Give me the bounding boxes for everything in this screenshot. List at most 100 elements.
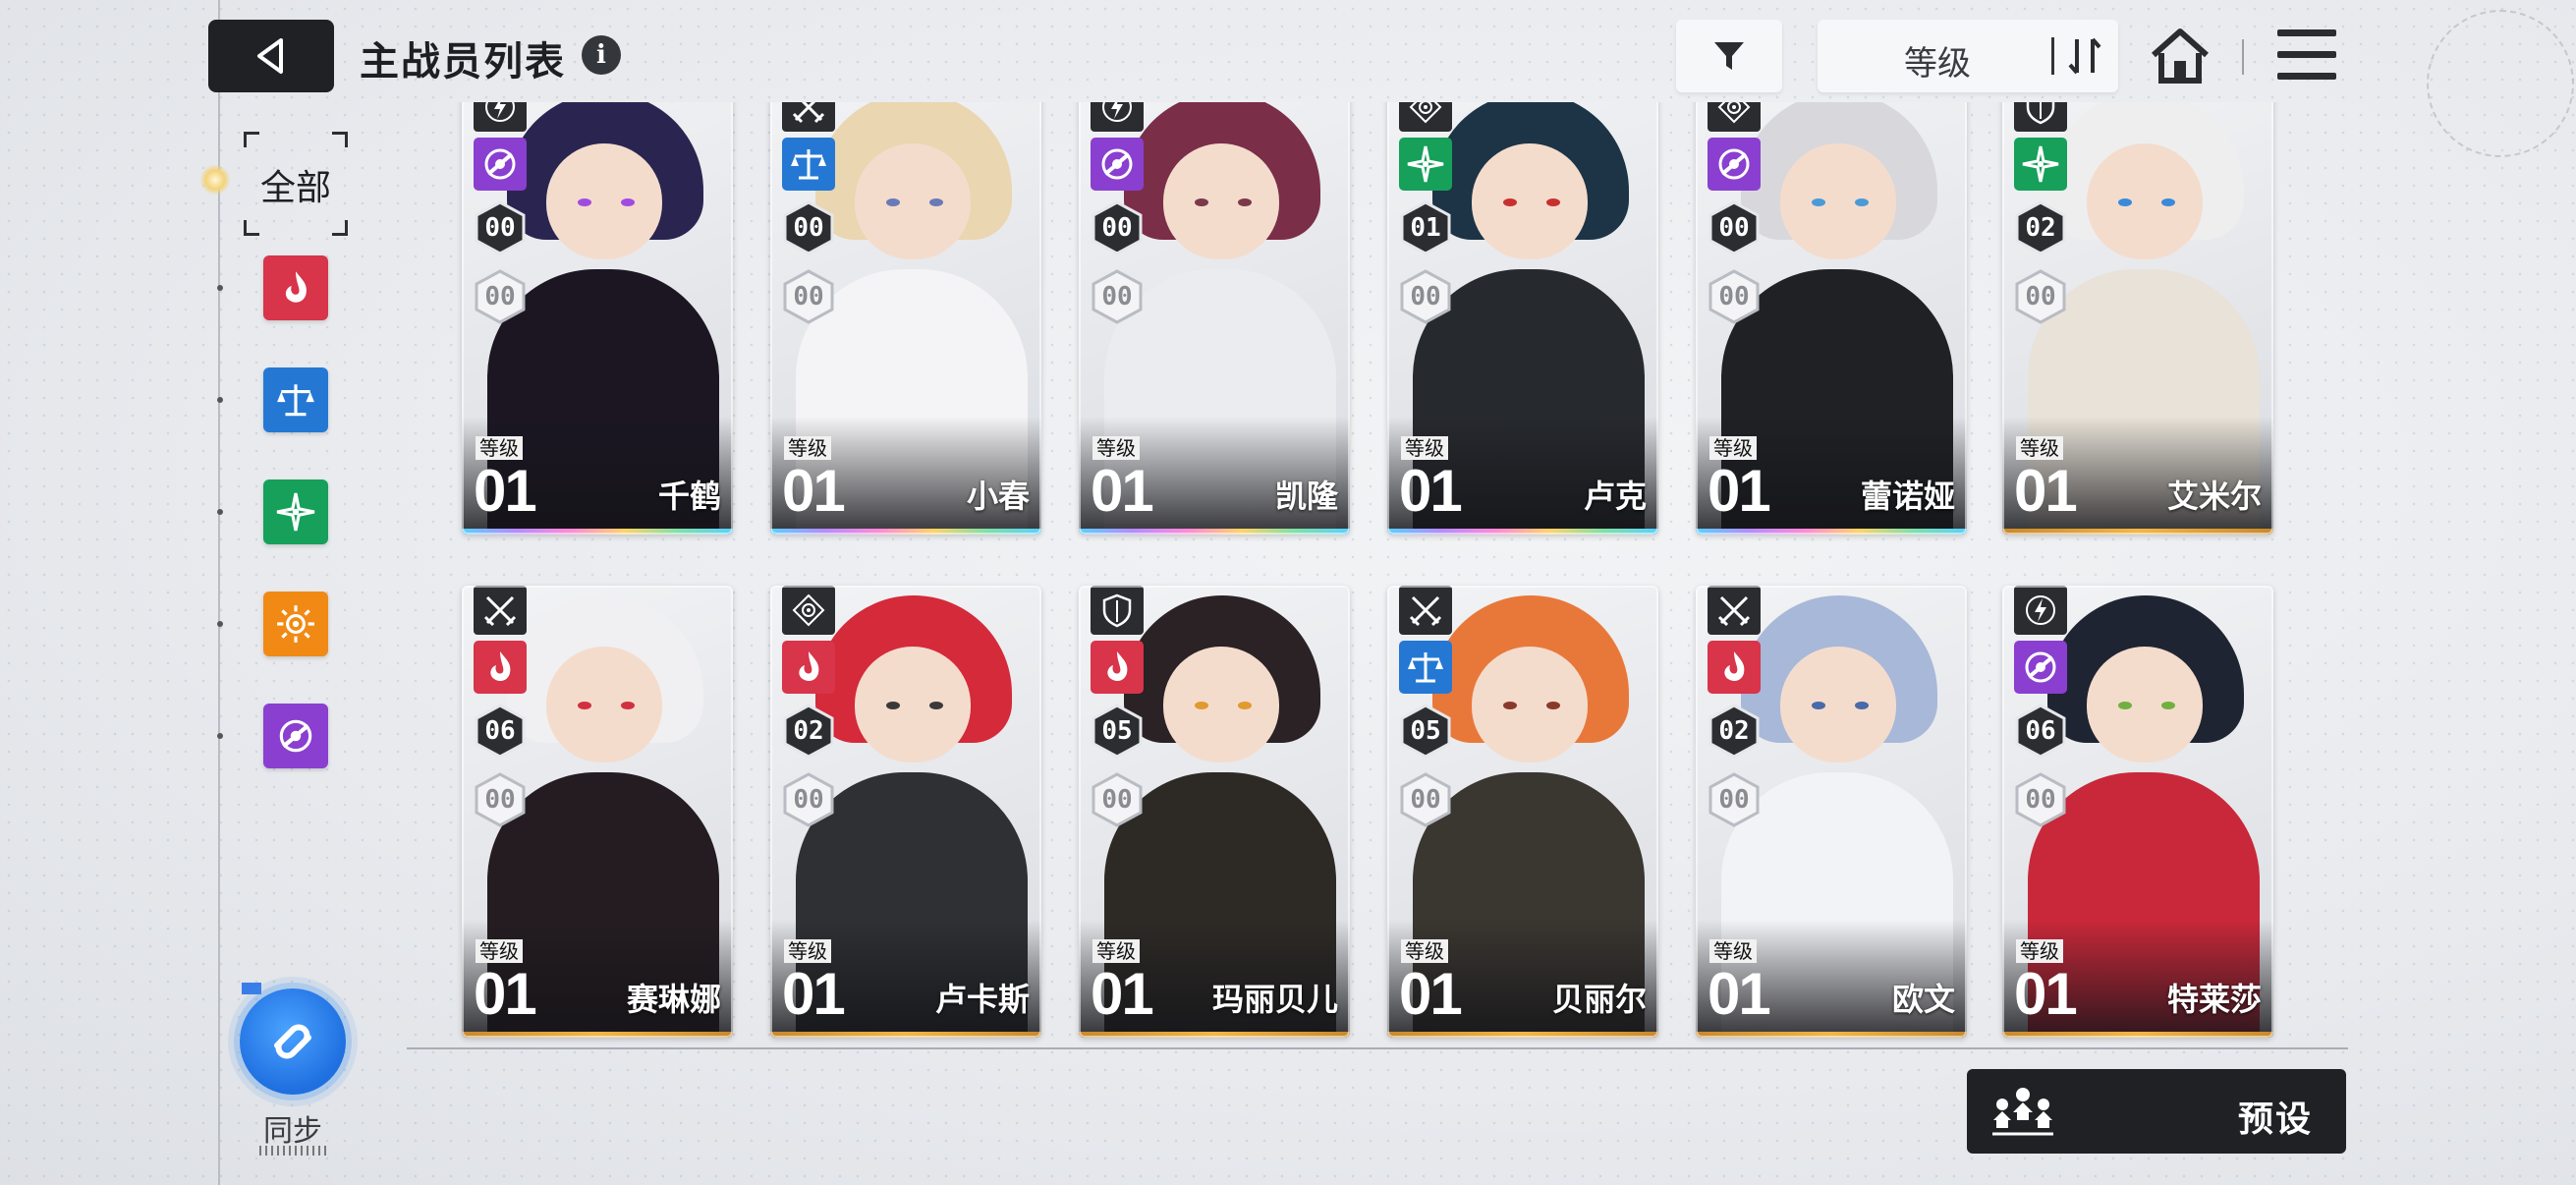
rank-hex-badge: 00 — [474, 200, 527, 255]
operator-card[interactable]: 05 00 等级 01 贝丽尔 — [1387, 586, 1658, 1038]
balance-element-icon — [1399, 641, 1452, 694]
sub-rank-hex-badge: 00 — [782, 772, 835, 827]
selected-glow-icon — [200, 165, 230, 195]
operator-card[interactable]: 01 00 等级 01 卢克 — [1387, 102, 1658, 535]
operator-card[interactable]: 02 00 等级 01 欧文 — [1696, 586, 1967, 1038]
filter-all-label: 全部 — [259, 168, 331, 208]
sync-label: 同步 — [263, 1114, 322, 1149]
level-number: 01 — [474, 458, 537, 524]
operator-name: 卢卡斯 — [934, 981, 1030, 1018]
operator-card[interactable]: 02 00 等级 01 卢卡斯 — [770, 586, 1041, 1038]
sidebar-marker — [217, 733, 223, 739]
filter-wind-button[interactable] — [263, 480, 328, 544]
filter-all-button[interactable]: 全部 — [244, 132, 348, 236]
filter-void-button[interactable] — [263, 704, 328, 768]
swords-class-icon — [782, 102, 835, 132]
balance-element-icon — [782, 138, 835, 191]
filter-fire-button[interactable] — [263, 255, 328, 320]
void-element-icon — [275, 715, 316, 757]
rank-hex-badge: 01 — [1399, 200, 1452, 255]
level-tag: 等级 — [1401, 436, 1448, 460]
back-button[interactable] — [208, 20, 334, 92]
rarity-bar — [2002, 529, 2273, 535]
operator-card[interactable]: 06 00 等级 01 特莱莎 — [2002, 586, 2273, 1038]
level-tag: 等级 — [1092, 939, 1140, 963]
sub-rank-hex-badge: 00 — [1708, 269, 1761, 324]
wind-element-icon — [1399, 138, 1452, 191]
sub-rank-hex-badge: 00 — [474, 772, 527, 827]
info-icon[interactable]: i — [582, 35, 621, 75]
operator-name: 欧文 — [1891, 981, 1955, 1018]
level-number: 01 — [1708, 458, 1771, 524]
sub-rank-hex-badge: 00 — [474, 269, 527, 324]
operator-card[interactable]: 06 00 等级 01 赛琳娜 — [462, 586, 733, 1038]
operator-card[interactable]: 00 00 等级 01 千鹤 — [462, 102, 733, 535]
rarity-bar — [1387, 1032, 1658, 1038]
menu-icon[interactable] — [2277, 28, 2336, 83]
sort-dropdown[interactable]: 等级 — [1818, 20, 2118, 92]
filter-sun-button[interactable] — [263, 592, 328, 656]
rarity-bar — [1387, 529, 1658, 535]
sync-button[interactable] — [240, 988, 346, 1095]
operator-name: 艾米尔 — [2166, 478, 2262, 515]
back-arrow-icon — [257, 38, 283, 74]
target-class-icon — [782, 586, 835, 635]
fire-element-icon — [1708, 641, 1761, 694]
level-tag: 等级 — [1709, 436, 1757, 460]
lightning-class-icon — [474, 102, 527, 132]
rank-hex-badge: 05 — [1399, 704, 1452, 759]
level-number: 01 — [1091, 961, 1154, 1027]
rank-hex-badge: 00 — [1708, 200, 1761, 255]
rank-hex-badge: 02 — [1708, 704, 1761, 759]
operator-name: 卢克 — [1583, 478, 1647, 515]
fire-element-icon — [1091, 641, 1144, 694]
sort-label: 等级 — [1904, 44, 1971, 84]
void-element-icon — [1708, 138, 1761, 191]
header-separator — [2242, 39, 2244, 75]
lightning-class-icon — [2014, 586, 2067, 635]
sub-rank-hex-badge: 00 — [1091, 269, 1144, 324]
swords-class-icon — [1399, 586, 1452, 635]
level-tag: 等级 — [2016, 436, 2063, 460]
rarity-bar — [1079, 529, 1350, 535]
swords-class-icon — [1708, 586, 1761, 635]
filter-balance-button[interactable] — [263, 367, 328, 432]
sub-rank-hex-badge: 00 — [2014, 269, 2067, 324]
sub-rank-hex-badge: 00 — [782, 269, 835, 324]
rarity-bar — [2002, 1032, 2273, 1038]
level-number: 01 — [2014, 961, 2078, 1027]
sub-rank-hex-badge: 00 — [1399, 772, 1452, 827]
level-tag: 等级 — [784, 939, 831, 963]
rank-hex-badge: 02 — [2014, 200, 2067, 255]
sort-order-icon[interactable] — [2065, 33, 2106, 79]
operator-card[interactable]: 00 00 等级 01 小春 — [770, 102, 1041, 535]
home-icon[interactable] — [2148, 24, 2212, 88]
level-number: 01 — [2014, 458, 2078, 524]
operator-card[interactable]: 02 00 等级 01 艾米尔 — [2002, 102, 2273, 535]
lightning-class-icon — [1091, 102, 1144, 132]
operator-name: 贝丽尔 — [1551, 981, 1647, 1018]
level-number: 01 — [782, 961, 846, 1027]
fire-element-icon — [474, 641, 527, 694]
rank-hex-badge: 05 — [1091, 704, 1144, 759]
level-number: 01 — [1399, 961, 1463, 1027]
rank-hex-badge: 06 — [474, 704, 527, 759]
balance-element-icon — [275, 379, 316, 421]
operator-name: 千鹤 — [657, 478, 721, 515]
rarity-bar — [462, 529, 733, 535]
operator-name: 凯隆 — [1274, 478, 1338, 515]
rarity-bar — [1696, 529, 1967, 535]
sync-tag — [242, 983, 261, 994]
void-element-icon — [474, 138, 527, 191]
wind-element-icon — [2014, 138, 2067, 191]
preset-button[interactable]: 预设 — [1967, 1069, 2346, 1154]
team-preset-icon — [1992, 1088, 2053, 1136]
operator-name: 蕾诺娅 — [1860, 478, 1955, 515]
operator-card[interactable]: 00 00 等级 01 凯隆 — [1079, 102, 1350, 535]
sub-rank-hex-badge: 00 — [2014, 772, 2067, 827]
filter-button[interactable] — [1676, 20, 1782, 92]
level-number: 01 — [1091, 458, 1154, 524]
operator-card[interactable]: 00 00 等级 01 蕾诺娅 — [1696, 102, 1967, 535]
operator-card[interactable]: 05 00 等级 01 玛丽贝儿 — [1079, 586, 1350, 1038]
level-number: 01 — [782, 458, 846, 524]
